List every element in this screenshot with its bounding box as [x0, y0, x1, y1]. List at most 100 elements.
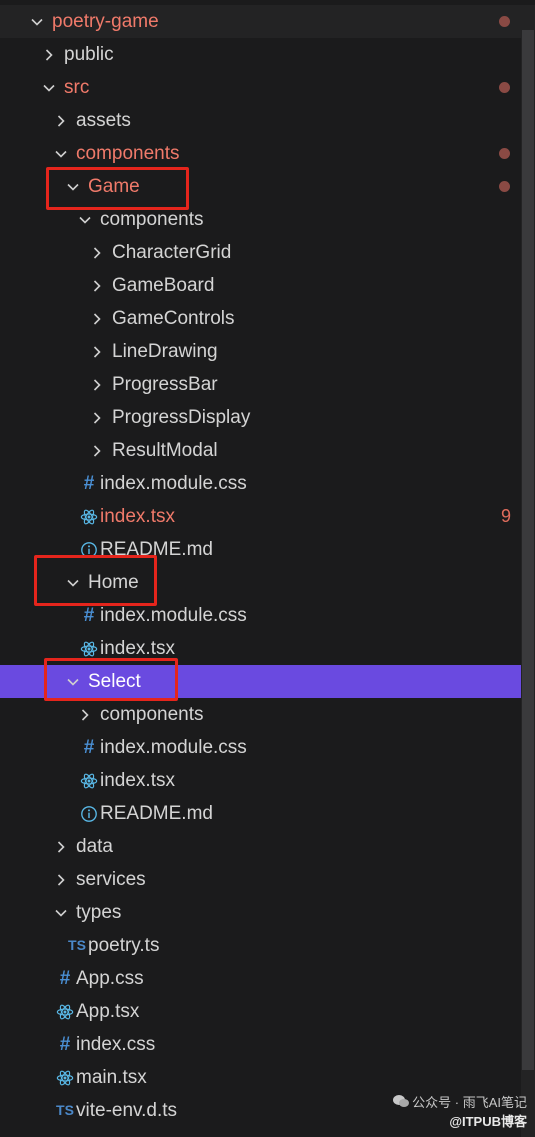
- react-icon: [78, 764, 100, 797]
- chevron-right-icon[interactable]: [87, 236, 107, 269]
- folder-row-components[interactable]: components: [0, 698, 535, 731]
- tree-item-label: CharacterGrid: [112, 242, 232, 263]
- problem-count-badge: 9: [500, 506, 511, 526]
- tree-item-label: src: [64, 77, 90, 98]
- tree-item-label: assets: [76, 110, 131, 131]
- tree-item-label: index.module.css: [100, 605, 247, 626]
- tree-item-label: main.tsx: [76, 1067, 147, 1088]
- chevron-right-icon[interactable]: [87, 401, 107, 434]
- hash-icon: #: [83, 473, 95, 494]
- folder-row-charactergrid[interactable]: CharacterGrid: [0, 236, 535, 269]
- tree-item-label: App.css: [76, 968, 144, 989]
- modified-dot-indicator: [499, 16, 510, 27]
- scrollbar-thumb[interactable]: [522, 30, 534, 1070]
- folder-row-select[interactable]: Select: [0, 665, 535, 698]
- folder-row-poetry-game[interactable]: poetry-game: [0, 5, 535, 38]
- tree-item-label: ProgressDisplay: [112, 407, 251, 428]
- hash-icon: #: [83, 605, 95, 626]
- chevron-right-icon[interactable]: [87, 269, 107, 302]
- file-row-index-module-css[interactable]: # index.module.css: [0, 467, 535, 500]
- tree-item-label: index.tsx: [100, 638, 175, 659]
- modified-dot-indicator: [499, 181, 510, 192]
- folder-row-services[interactable]: services: [0, 863, 535, 896]
- folder-row-src[interactable]: src: [0, 71, 535, 104]
- info-icon: [78, 533, 100, 566]
- tree-item-label: README.md: [100, 803, 213, 824]
- folder-row-gameboard[interactable]: GameBoard: [0, 269, 535, 302]
- file-row-index-module-css[interactable]: # index.module.css: [0, 731, 535, 764]
- folder-row-game[interactable]: Game: [0, 170, 535, 203]
- react-icon: [54, 995, 76, 1028]
- file-row-index-css[interactable]: # index.css: [0, 1028, 535, 1061]
- tree-item-label: Home: [88, 572, 139, 593]
- tree-item-label: index.css: [76, 1034, 156, 1055]
- folder-row-assets[interactable]: assets: [0, 104, 535, 137]
- chevron-right-icon[interactable]: [87, 434, 107, 467]
- chevron-right-icon[interactable]: [51, 104, 71, 137]
- folder-row-types[interactable]: types: [0, 896, 535, 929]
- folder-row-linedrawing[interactable]: LineDrawing: [0, 335, 535, 368]
- folder-row-resultmodal[interactable]: ResultModal: [0, 434, 535, 467]
- folder-row-data[interactable]: data: [0, 830, 535, 863]
- file-row-index-tsx[interactable]: index.tsx 9: [0, 500, 535, 533]
- react-icon: [78, 500, 100, 533]
- tree-item-label: components: [76, 143, 180, 164]
- folder-row-public[interactable]: public: [0, 38, 535, 71]
- file-row-index-tsx[interactable]: index.tsx: [0, 632, 535, 665]
- chevron-right-icon[interactable]: [87, 368, 107, 401]
- chevron-down-icon[interactable]: [63, 170, 83, 203]
- file-row-readme-md[interactable]: README.md: [0, 533, 535, 566]
- file-row-readme-md[interactable]: README.md: [0, 797, 535, 830]
- folder-row-gamecontrols[interactable]: GameControls: [0, 302, 535, 335]
- tree-item-label: poetry-game: [52, 11, 159, 32]
- watermark-line2: @ITPUB博客: [449, 1114, 527, 1129]
- tree-item-label: App.tsx: [76, 1001, 140, 1022]
- chevron-right-icon[interactable]: [51, 830, 71, 863]
- chevron-right-icon[interactable]: [51, 863, 71, 896]
- file-row-poetry-ts[interactable]: TS poetry.ts: [0, 929, 535, 962]
- typescript-icon: TS: [68, 937, 86, 953]
- tree-item-label: vite-env.d.ts: [76, 1100, 178, 1121]
- chevron-down-icon[interactable]: [51, 896, 71, 929]
- tree-item-label: poetry.ts: [88, 935, 160, 956]
- chevron-right-icon[interactable]: [39, 38, 59, 71]
- modified-dot-indicator: [499, 148, 510, 159]
- file-explorer-tree: poetry-game public src assets components Game…: [0, 5, 535, 1127]
- tree-item-label: index.module.css: [100, 737, 247, 758]
- chevron-right-icon[interactable]: [87, 335, 107, 368]
- tree-item-label: services: [76, 869, 146, 890]
- chevron-down-icon[interactable]: [27, 5, 47, 38]
- chevron-down-icon[interactable]: [75, 203, 95, 236]
- tree-item-label: index.module.css: [100, 473, 247, 494]
- chevron-down-icon[interactable]: [51, 137, 71, 170]
- tree-item-label: GameBoard: [112, 275, 215, 296]
- folder-row-progressbar[interactable]: ProgressBar: [0, 368, 535, 401]
- tree-item-label: types: [76, 902, 122, 923]
- file-row-app-css[interactable]: # App.css: [0, 962, 535, 995]
- file-row-main-tsx[interactable]: main.tsx: [0, 1061, 535, 1094]
- hash-icon: #: [59, 968, 71, 989]
- chevron-right-icon[interactable]: [87, 302, 107, 335]
- tree-item-label: components: [100, 209, 204, 230]
- file-row-index-tsx[interactable]: index.tsx: [0, 764, 535, 797]
- folder-row-components[interactable]: components: [0, 137, 535, 170]
- file-row-app-tsx[interactable]: App.tsx: [0, 995, 535, 1028]
- typescript-icon: TS: [56, 1102, 74, 1118]
- tree-item-label: Select: [88, 671, 141, 692]
- tree-item-label: public: [64, 44, 114, 65]
- tree-item-label: ResultModal: [112, 440, 218, 461]
- watermark-line1: 公众号 · 雨飞AI笔记: [412, 1094, 527, 1110]
- chevron-down-icon[interactable]: [39, 71, 59, 104]
- hash-icon: #: [83, 737, 95, 758]
- chevron-down-icon[interactable]: [63, 665, 83, 698]
- folder-row-components[interactable]: components: [0, 203, 535, 236]
- react-icon: [78, 632, 100, 665]
- chevron-right-icon[interactable]: [75, 698, 95, 731]
- file-row-index-module-css[interactable]: # index.module.css: [0, 599, 535, 632]
- tree-item-label: GameControls: [112, 308, 235, 329]
- info-icon: [78, 797, 100, 830]
- chevron-down-icon[interactable]: [63, 566, 83, 599]
- folder-row-home[interactable]: Home: [0, 566, 535, 599]
- tree-item-label: Game: [88, 176, 140, 197]
- folder-row-progressdisplay[interactable]: ProgressDisplay: [0, 401, 535, 434]
